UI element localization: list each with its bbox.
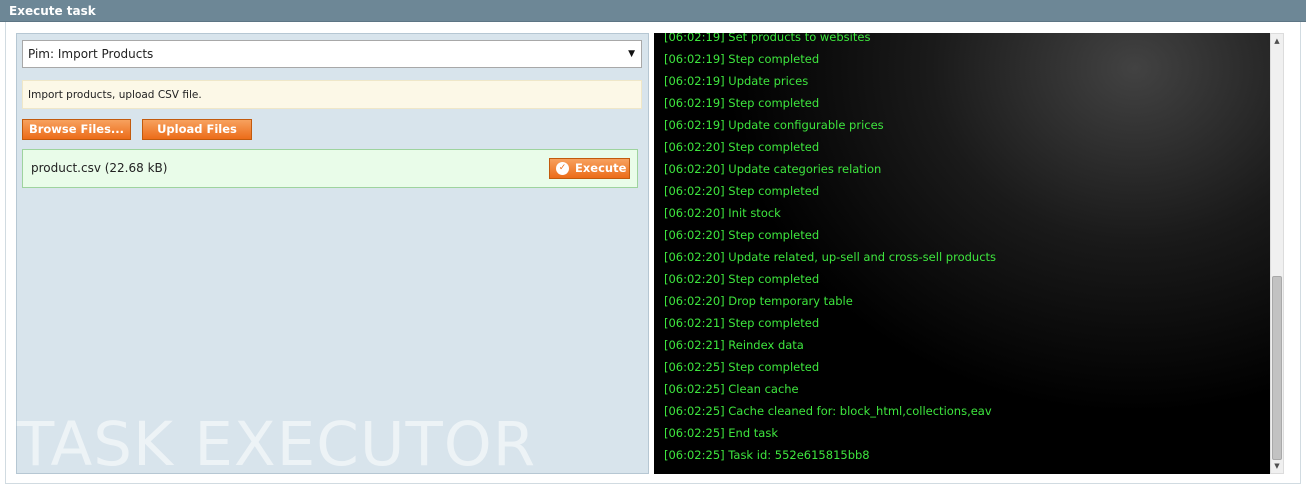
browse-files-button[interactable]: Browse Files... (22, 119, 131, 140)
task-description: Import products, upload CSV file. (22, 80, 642, 109)
console-line: [06:02:20] Step completed (664, 228, 820, 242)
scrollbar-thumb[interactable] (1272, 276, 1282, 460)
console-line: [06:02:20] Init stock (664, 206, 781, 220)
console-line: [06:02:25] Clean cache (664, 382, 799, 396)
console-line: [06:02:19] Update configurable prices (664, 118, 884, 132)
panel-title: Execute task (9, 4, 96, 18)
console-line: [06:02:25] Task id: 552e615815bb8 (664, 448, 870, 462)
uploaded-file-row: product.csv (22.68 kB) ✓ Execute (22, 149, 638, 188)
console-line: [06:02:21] Step completed (664, 316, 820, 330)
console-line: [06:02:25] Cache cleaned for: block_html… (664, 404, 992, 418)
watermark: TASK EXECUTOR (17, 409, 537, 480)
upload-files-button[interactable]: Upload Files (142, 119, 252, 140)
console-line: [06:02:20] Drop temporary table (664, 294, 853, 308)
console-line: [06:02:20] Step completed (664, 140, 820, 154)
console-line: [06:02:20] Step completed (664, 272, 820, 286)
task-panel: Pim: Import Products ▼ Import products, … (16, 33, 649, 480)
scroll-up-icon[interactable]: ▲ (1271, 34, 1283, 48)
console-line: [06:02:20] Update categories relation (664, 162, 882, 176)
file-name: product.csv (22.68 kB) (31, 161, 168, 175)
execute-button[interactable]: ✓ Execute (549, 158, 630, 179)
dropdown-arrow-icon: ▼ (628, 49, 635, 59)
console-line: [06:02:19] Set products to websites (664, 33, 871, 44)
console-line: [06:02:21] Reindex data (664, 338, 804, 352)
console-line: [06:02:19] Step completed (664, 52, 820, 66)
task-select-value: Pim: Import Products (28, 47, 154, 61)
panel-header: Execute task (0, 0, 1306, 22)
scroll-down-icon[interactable]: ▼ (1271, 459, 1283, 473)
console-line: [06:02:20] Update related, up-sell and c… (664, 250, 997, 264)
console-line: [06:02:25] End task (664, 426, 778, 440)
console-scrollbar[interactable]: ▲ ▼ (1270, 33, 1284, 474)
console-line: [06:02:19] Step completed (664, 96, 820, 110)
console-line: [06:02:20] Step completed (664, 184, 820, 198)
console-line: [06:02:19] Update prices (664, 74, 809, 88)
task-select[interactable]: Pim: Import Products ▼ (22, 40, 642, 68)
console-line: [06:02:25] Step completed (664, 360, 820, 374)
check-icon: ✓ (556, 162, 569, 175)
console-output[interactable]: [06:02:19] Set products to websites [06:… (654, 33, 1270, 474)
execute-label: Execute (575, 161, 627, 175)
console-lines: [06:02:19] Set products to websites [06:… (664, 33, 996, 466)
